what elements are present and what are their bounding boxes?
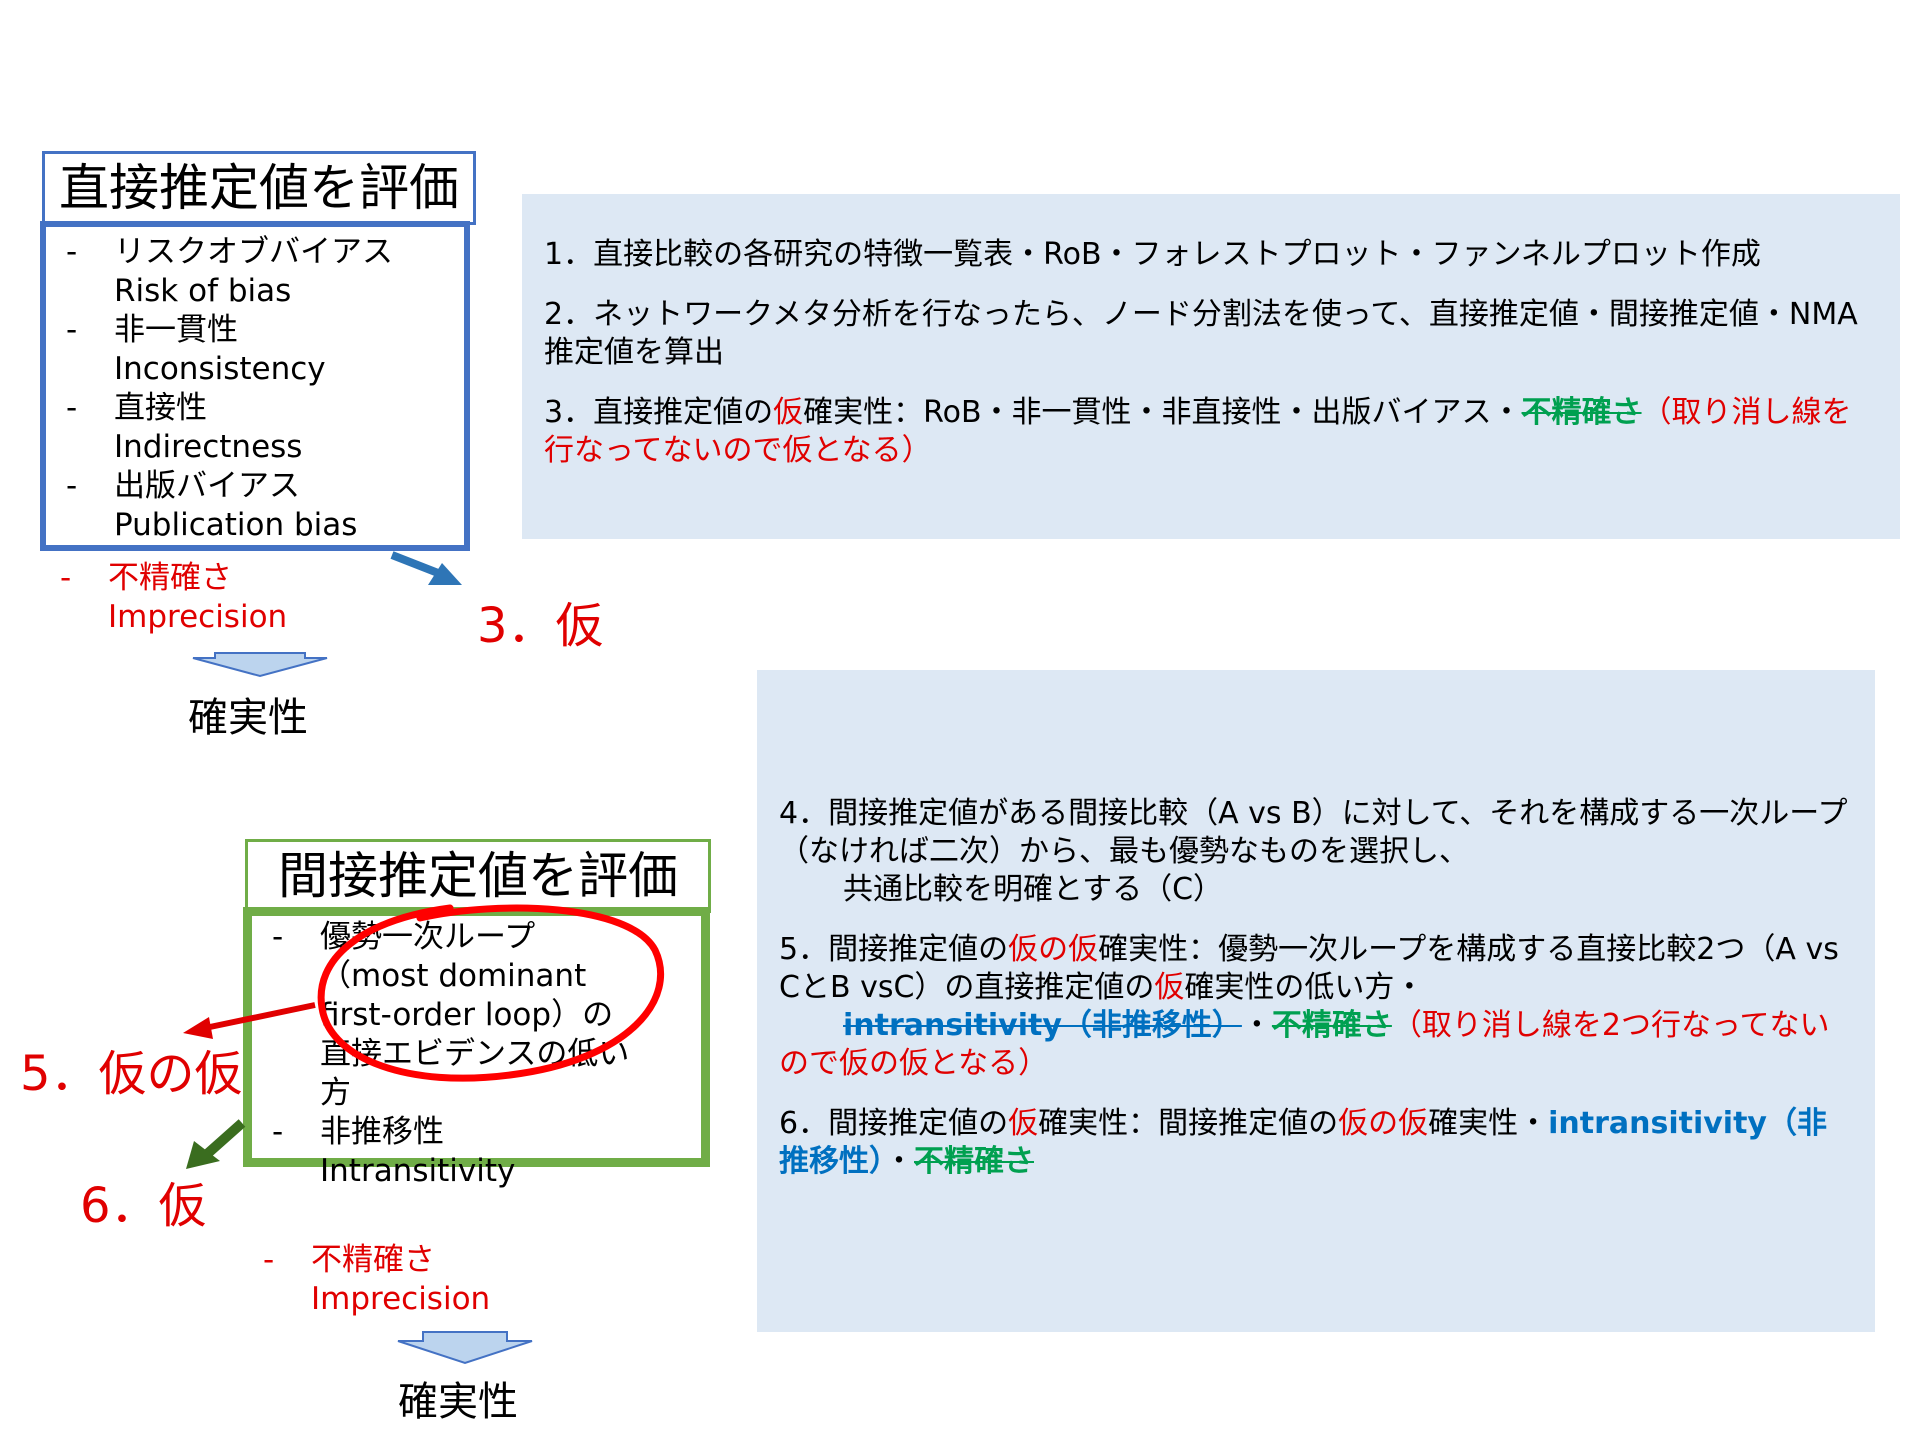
step-6: 6．間接推定値の仮確実性：間接推定値の仮の仮確実性・intransitivity…: [779, 1106, 1827, 1179]
list-item: 不精確さImprecision: [243, 1241, 713, 1319]
red-circle-annotation: [317, 904, 664, 1082]
list-item: リスクオブバイアスRisk of bias: [46, 233, 464, 311]
indirect-down-arrow: [397, 1331, 533, 1365]
indirect-certainty: 確実性: [398, 1379, 518, 1425]
direct-step3-label: 3．仮: [477, 598, 604, 654]
indirect-step6-label: 6．仮: [80, 1178, 207, 1234]
direct-title-box: 直接推定値を評価: [42, 151, 476, 225]
step-1: 1．直接比較の各研究の特徴一覧表・RoB・フォレストプロット・ファンネルプロット…: [544, 237, 1761, 272]
steps-panel-direct: 1．直接比較の各研究の特徴一覧表・RoB・フォレストプロット・ファンネルプロット…: [522, 194, 1900, 539]
step-4: 4．間接推定値がある間接比較（A vs B）に対して、それを構成する一次ループ（…: [779, 796, 1848, 907]
step-2: 2．ネットワークメタ分析を行なったら、ノード分割法を使って、直接推定値・間接推定…: [544, 297, 1858, 370]
direct-arrow: [390, 551, 462, 585]
direct-criteria-box: リスクオブバイアスRisk of bias 非一貫性Inconsistency …: [40, 221, 470, 551]
label6-arrow: [186, 1119, 246, 1169]
list-item: 非一貫性Inconsistency: [46, 311, 464, 389]
step-3: 3．直接推定値の仮確実性：RoB・非一貫性・非直接性・出版バイアス・不精確さ（取…: [544, 395, 1852, 468]
direct-title: 直接推定値を評価: [59, 159, 459, 217]
steps-panel-indirect: 4．間接推定値がある間接比較（A vs B）に対して、それを構成する一次ループ（…: [757, 670, 1875, 1332]
direct-down-arrow: [192, 652, 328, 678]
step-5: 5．間接推定値の仮の仮確実性：優勢一次ループを構成する直接比較2つ（A vs C…: [779, 932, 1839, 1081]
indirect-step5-label: 5．仮の仮: [20, 1046, 243, 1102]
list-item: 出版バイアスPublication bias: [46, 467, 464, 545]
label5-arrow: [183, 1002, 316, 1039]
list-item: 非推移性Intransitivity: [252, 1113, 701, 1191]
direct-certainty: 確実性: [188, 695, 308, 741]
direct-criteria-list: リスクオブバイアスRisk of bias 非一貫性Inconsistency …: [46, 233, 464, 545]
list-item: 直接性Indirectness: [46, 389, 464, 467]
indirect-imprecision: 不精確さImprecision: [243, 1241, 713, 1319]
